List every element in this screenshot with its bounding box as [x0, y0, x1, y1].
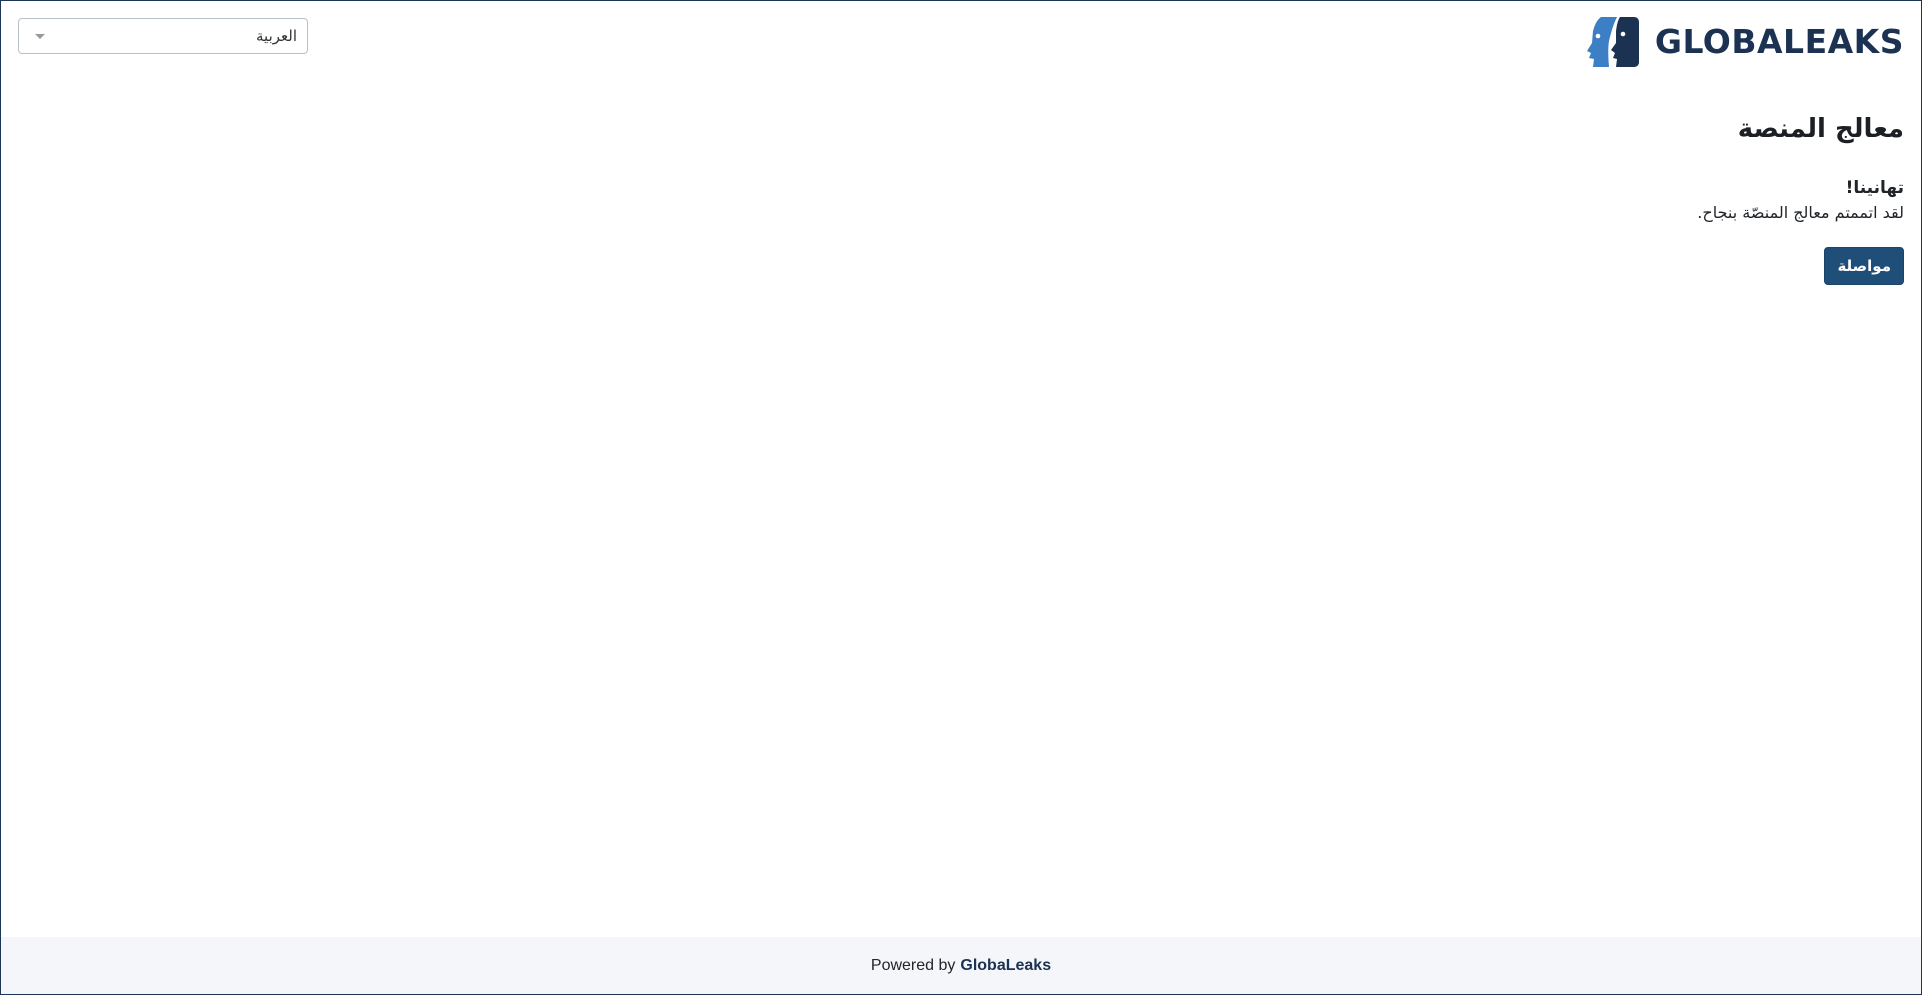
- language-select-value: العربية: [256, 27, 297, 45]
- congratulations-heading: تهانينا!: [1845, 178, 1904, 198]
- logo-wordmark: GLOBALEAKS: [1654, 22, 1904, 61]
- chevron-down-icon: [35, 34, 45, 39]
- continue-button[interactable]: مواصلة: [1824, 247, 1904, 285]
- language-select[interactable]: العربية: [18, 18, 308, 54]
- globaleaks-logo-icon: [1586, 17, 1639, 67]
- footer-brand-link[interactable]: GlobaLeaks: [960, 957, 1051, 975]
- congratulations-message: لقد اتممتم معالج المنصّة بنجاح.: [1697, 203, 1904, 222]
- globaleaks-logo: GLOBALEAKS: [1586, 17, 1904, 67]
- footer: Powered by GlobaLeaks: [1, 937, 1921, 994]
- page-title: معالج المنصة: [1737, 114, 1904, 144]
- footer-powered-by: Powered by: [870, 956, 956, 974]
- app-window: العربية GLOBALEAKS معالج المنصة تهانينا!…: [0, 0, 1922, 995]
- wizard-content: معالج المنصة تهانينا! لقد اتممتم معالج ا…: [1104, 109, 1904, 285]
